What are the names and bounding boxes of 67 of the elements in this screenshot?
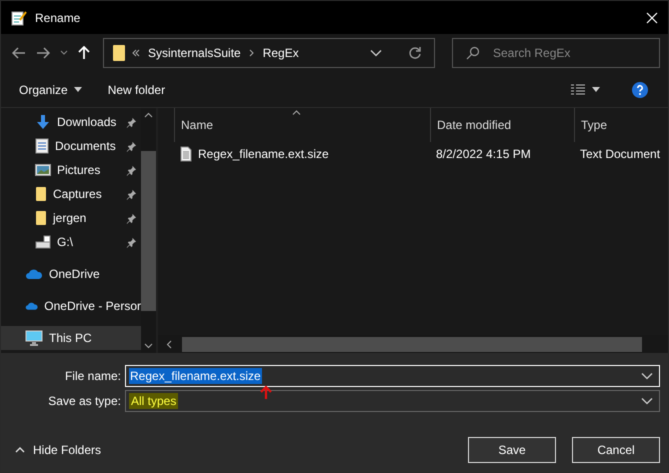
sidebar-item[interactable]: Captures bbox=[1, 182, 141, 206]
pin-icon bbox=[126, 236, 137, 248]
breadcrumb[interactable]: RegEx bbox=[262, 46, 299, 60]
chevron-down-icon bbox=[641, 372, 653, 380]
help-icon[interactable] bbox=[632, 82, 648, 98]
sort-caret-icon bbox=[292, 110, 301, 115]
date-modified: 8/2/2022 4:15 PM bbox=[436, 147, 531, 161]
text-file-icon bbox=[180, 146, 192, 162]
details-view-icon bbox=[570, 84, 586, 96]
chevron-down-icon bbox=[60, 50, 68, 56]
file-name-field[interactable]: Regex_filename.ext.size bbox=[125, 365, 660, 387]
sidebar-item[interactable]: OneDrive - Persor bbox=[1, 294, 141, 318]
chevron-down-icon bbox=[144, 343, 153, 349]
address-bar[interactable]: SysinternalsSuite RegEx bbox=[103, 38, 435, 68]
sidebar-item[interactable]: jergen bbox=[1, 206, 141, 230]
sidebar-item[interactable]: This PC bbox=[1, 326, 141, 350]
monitor-icon bbox=[25, 330, 43, 346]
window-title: Rename bbox=[35, 10, 82, 24]
column-header[interactable]: Type bbox=[574, 108, 664, 142]
refresh-icon[interactable] bbox=[408, 46, 422, 60]
caret-down-icon bbox=[74, 87, 82, 92]
cancel-button[interactable]: Cancel bbox=[572, 437, 660, 463]
double-chevron-icon bbox=[132, 49, 140, 57]
file-row[interactable]: Regex_filename.ext.size 8/2/2022 4:15 PM Text Document bbox=[158, 142, 668, 166]
breadcrumb[interactable]: SysinternalsSuite bbox=[148, 46, 241, 60]
file-type-dropdown[interactable]: All types bbox=[125, 390, 660, 412]
chevron-up-icon bbox=[144, 112, 153, 118]
sidebar-item[interactable]: Documents bbox=[1, 134, 141, 158]
pin-icon bbox=[126, 212, 137, 224]
sidebar-item[interactable]: OneDrive bbox=[1, 262, 141, 286]
folder-icon bbox=[112, 44, 126, 62]
document-icon bbox=[35, 138, 49, 154]
toolbar-button[interactable]: New folder bbox=[100, 80, 174, 100]
search-field[interactable]: Search RegEx bbox=[452, 38, 660, 68]
column-header[interactable]: Date modified bbox=[430, 108, 574, 142]
field-label: Save as type: bbox=[47, 394, 122, 408]
folder-icon bbox=[35, 210, 47, 226]
pin-icon bbox=[126, 116, 137, 128]
picture-icon bbox=[35, 163, 51, 177]
search-icon bbox=[466, 46, 480, 60]
pin-icon bbox=[126, 140, 137, 152]
cloud-icon bbox=[25, 300, 38, 312]
sidebar-item[interactable]: Pictures bbox=[1, 158, 141, 182]
chevron-down-icon bbox=[370, 49, 382, 57]
close-icon[interactable] bbox=[646, 12, 658, 24]
notepad-icon bbox=[11, 10, 27, 26]
file-name: Regex_filename.ext.size bbox=[198, 147, 329, 161]
sidebar-item[interactable]: Downloads bbox=[1, 110, 141, 134]
pin-icon bbox=[126, 188, 137, 200]
sidebar-item[interactable]: G:\ bbox=[1, 230, 141, 254]
hide-folders-button[interactable]: Hide Folders bbox=[15, 441, 102, 459]
annotation-arrow-icon bbox=[259, 385, 273, 401]
field-label: File name: bbox=[64, 369, 122, 383]
chevron-up-icon bbox=[15, 447, 25, 453]
cloud-icon bbox=[25, 268, 43, 280]
chevron-down-icon bbox=[641, 397, 653, 405]
caret-down-icon bbox=[592, 87, 600, 92]
save-button[interactable]: Save bbox=[468, 437, 556, 463]
download-arrow-icon bbox=[35, 114, 51, 130]
pin-icon bbox=[126, 164, 137, 176]
chevron-left-icon bbox=[166, 340, 172, 348]
column-header[interactable]: Name bbox=[174, 108, 430, 142]
organize-menu-button[interactable]: Organize bbox=[11, 80, 90, 100]
drive-icon bbox=[35, 235, 51, 249]
chevron-right-icon bbox=[248, 49, 255, 57]
file-type: Text Document bbox=[580, 147, 660, 161]
folder-icon bbox=[35, 186, 47, 202]
